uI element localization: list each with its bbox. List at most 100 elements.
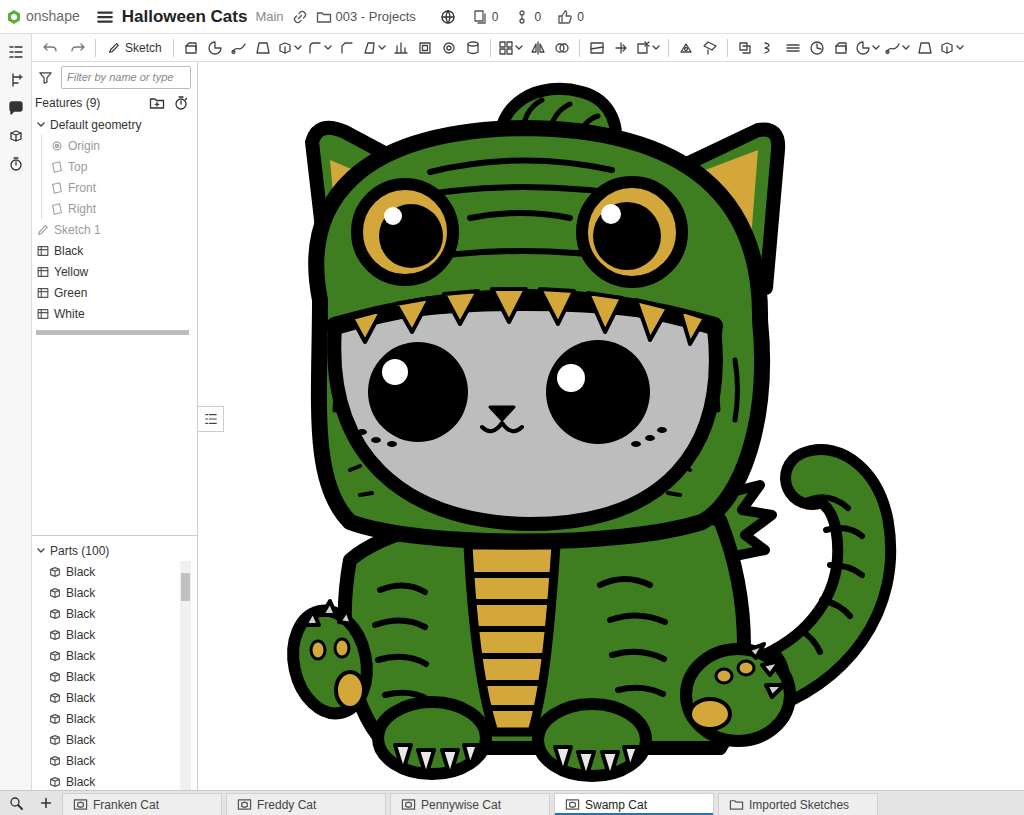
logo[interactable]: onshape — [6, 6, 80, 27]
tool-button[interactable] — [805, 36, 829, 60]
sketch-button[interactable]: Sketch — [101, 36, 168, 60]
feature-list-icon — [8, 44, 24, 60]
tool-button[interactable] — [609, 36, 633, 60]
tool-button[interactable] — [633, 36, 663, 60]
scrollbar[interactable] — [180, 561, 191, 790]
tool-button[interactable] — [251, 36, 275, 60]
strip-button[interactable] — [0, 66, 32, 94]
caret-icon — [377, 43, 387, 53]
part-label: Black — [66, 773, 95, 791]
scrollbar-thumb[interactable] — [181, 573, 190, 601]
menu-icon[interactable] — [96, 8, 114, 26]
feature-group-row[interactable]: Default geometry — [32, 114, 197, 135]
filter-input[interactable] — [61, 66, 191, 89]
tool-button[interactable] — [275, 36, 305, 60]
document-title[interactable]: Halloween Cats — [122, 4, 248, 30]
document-tab[interactable]: Pennywise Cat — [390, 793, 550, 815]
part-row[interactable]: Black — [48, 708, 180, 729]
tool-button[interactable] — [437, 36, 461, 60]
tool-button[interactable] — [937, 36, 967, 60]
part-row[interactable]: Black — [48, 624, 180, 645]
document-tab[interactable]: Franken Cat — [62, 793, 222, 815]
strip-button[interactable] — [0, 94, 32, 122]
part-row[interactable]: Black — [48, 666, 180, 687]
feature-row[interactable]: Right — [50, 198, 197, 219]
tool-button[interactable] — [203, 36, 227, 60]
tool-button[interactable] — [496, 36, 526, 60]
parts-header[interactable]: Parts (100) — [32, 540, 197, 561]
tool-button[interactable] — [550, 36, 574, 60]
strip-button[interactable] — [0, 150, 32, 178]
part-row[interactable]: Black — [48, 729, 180, 750]
part-row[interactable]: Black — [48, 582, 180, 603]
feature-row[interactable]: Green — [32, 282, 197, 303]
strip-button[interactable] — [0, 122, 32, 150]
tool-button[interactable] — [526, 36, 550, 60]
document-badge[interactable]: 0 — [514, 8, 541, 26]
feature-row[interactable]: Black — [32, 240, 197, 261]
tool-button[interactable] — [781, 36, 805, 60]
undo-icon — [42, 40, 58, 56]
feature-row[interactable]: White — [32, 303, 197, 324]
search-tabs-button[interactable] — [0, 791, 32, 815]
tool-button[interactable] — [389, 36, 413, 60]
tool-button[interactable] — [179, 36, 203, 60]
feature-row[interactable]: Front — [50, 177, 197, 198]
tool-button[interactable] — [461, 36, 485, 60]
undo-button[interactable] — [38, 36, 62, 60]
document-tab[interactable]: Imported Sketches — [718, 793, 878, 815]
folder-link[interactable]: 003 - Projects — [316, 7, 416, 27]
tool-button[interactable] — [227, 36, 251, 60]
swamp-cat-drawing — [198, 62, 1024, 790]
parts-icon — [8, 128, 24, 144]
feature-row[interactable]: Top — [50, 156, 197, 177]
redo-button[interactable] — [66, 36, 90, 60]
tool-button[interactable] — [585, 36, 609, 60]
tool-icon — [255, 40, 271, 56]
feature-label: Green — [54, 284, 87, 302]
tool-button[interactable] — [757, 36, 781, 60]
branch-name[interactable]: Main — [255, 7, 283, 27]
feature-icon — [36, 307, 50, 321]
strip-button[interactable] — [0, 38, 32, 66]
part-label: Black — [66, 689, 95, 707]
part-row[interactable]: Black — [48, 771, 180, 790]
part-row[interactable]: Black — [48, 750, 180, 771]
feature-label: Black — [54, 242, 83, 260]
graphics-area[interactable] — [198, 62, 1024, 790]
separator — [579, 39, 580, 57]
tool-button[interactable] — [733, 36, 757, 60]
tool-button[interactable] — [413, 36, 437, 60]
document-tab[interactable]: Freddy Cat — [226, 793, 386, 815]
part-row[interactable]: Black — [48, 645, 180, 666]
separator — [668, 39, 669, 57]
tool-button[interactable] — [829, 36, 853, 60]
document-tab[interactable]: Swamp Cat — [554, 793, 714, 815]
rollback-timer-icon[interactable] — [173, 95, 189, 111]
tool-button[interactable] — [674, 36, 698, 60]
search-icon — [8, 795, 24, 811]
document-badge[interactable]: 0 — [557, 8, 584, 26]
tool-button[interactable] — [913, 36, 937, 60]
part-row[interactable]: Black — [48, 687, 180, 708]
tool-button[interactable] — [883, 36, 913, 60]
feature-row[interactable]: Origin — [50, 135, 197, 156]
new-folder-icon[interactable] — [149, 95, 165, 111]
feature-row[interactable]: Yellow — [32, 261, 197, 282]
versions-icon — [514, 9, 530, 25]
parts-body: BlackBlackBlackBlackBlackBlackBlackBlack… — [32, 561, 197, 790]
tool-button[interactable] — [698, 36, 722, 60]
tool-button[interactable] — [305, 36, 335, 60]
add-tab-button[interactable] — [32, 791, 60, 815]
part-label: Black — [66, 752, 95, 770]
document-badge[interactable]: 0 — [472, 8, 499, 26]
tool-button[interactable] — [335, 36, 359, 60]
panel-toggle-button[interactable] — [198, 406, 224, 432]
part-row[interactable]: Black — [48, 561, 180, 582]
tool-button[interactable] — [359, 36, 389, 60]
tool-button[interactable] — [853, 36, 883, 60]
part-icon — [48, 733, 62, 747]
feature-row[interactable]: Sketch 1 — [32, 219, 197, 240]
rollback-bar[interactable] — [36, 330, 189, 335]
part-row[interactable]: Black — [48, 603, 180, 624]
